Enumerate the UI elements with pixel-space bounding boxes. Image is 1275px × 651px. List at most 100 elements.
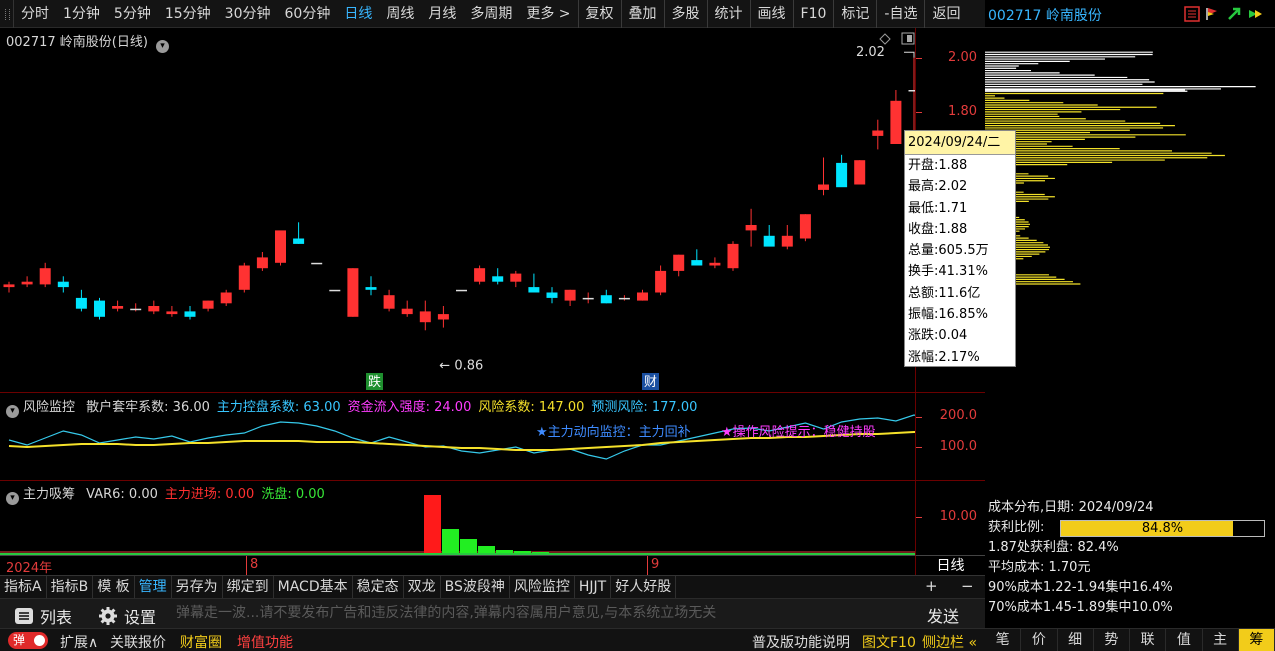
diamond-icon[interactable] — [879, 33, 891, 45]
grid-icon[interactable] — [1184, 6, 1200, 22]
list-label: 列表 — [40, 608, 73, 627]
indicator-tab-8[interactable]: 双龙 — [404, 576, 441, 598]
profit-ratio-label: 获利比例: — [988, 520, 1045, 535]
right-tab-1[interactable]: 价 — [1021, 629, 1058, 651]
toolbar-item-13[interactable]: 多股 — [663, 0, 707, 28]
indicator-tab-5[interactable]: 绑定到 — [223, 576, 274, 598]
chevron-down-icon[interactable]: ▾ — [6, 405, 19, 418]
candle-body — [474, 268, 486, 282]
indicator-tab-9[interactable]: BS波段神 — [441, 576, 510, 598]
sidebar-toggle[interactable]: 侧边栏 « — [922, 632, 977, 651]
send-button[interactable]: 发送 — [927, 603, 959, 627]
toolbar-item-19[interactable]: 返回 — [924, 0, 967, 28]
indicator-tab-10[interactable]: 风险监控 — [510, 576, 575, 598]
toolbar-item-3[interactable]: 15分钟 — [158, 0, 218, 28]
right-tab-6[interactable]: 主 — [1203, 629, 1239, 651]
ind1-axis-200: 200.0 — [939, 408, 977, 423]
barrage-input[interactable]: 弹幕走一波...请不要发布广告和违反法律的内容,弹幕内容属用户意见,与本系统立场… — [176, 602, 916, 625]
profit-ratio-bar: 84.8% — [1060, 520, 1265, 537]
zoom-in-button[interactable]: + — [925, 577, 938, 595]
indicator-tab-4[interactable]: 另存为 — [172, 576, 223, 598]
kline-chart[interactable]: 002717 岭南股份(日线) ▾ 2.02 ← 0.86 跌财 — [0, 28, 985, 393]
zoom-out-button[interactable]: − — [961, 577, 974, 595]
toolbar-item-18[interactable]: -自选 — [876, 0, 924, 28]
date-year: 2024年 — [6, 561, 53, 576]
edition-help-link[interactable]: 普及版功能说明 — [752, 632, 850, 651]
ind2-axis-10: 10.00 — [939, 509, 977, 524]
right-tab-5[interactable]: 值 — [1166, 629, 1203, 651]
toolbar-item-11[interactable]: 复权 — [577, 0, 621, 28]
chevron-down-icon[interactable]: ▾ — [6, 492, 19, 505]
flag-icon[interactable] — [1204, 6, 1220, 22]
right-tab-4[interactable]: 联 — [1130, 629, 1167, 651]
toolbar-item-15[interactable]: 画线 — [749, 0, 793, 28]
toolbar-item-8[interactable]: 月线 — [421, 0, 463, 28]
toolbar-item-4[interactable]: 30分钟 — [218, 0, 278, 28]
candle-body — [383, 295, 395, 309]
f10-link[interactable]: 图文F10 — [862, 632, 916, 651]
date-bar: 2024年 8 9 — [0, 555, 915, 576]
right-tab-3[interactable]: 势 — [1094, 629, 1130, 651]
indicator-tab-6[interactable]: MACD基本 — [274, 576, 353, 598]
related-quote-button[interactable]: 关联报价 — [110, 632, 166, 651]
right-tab-0[interactable]: 笔 — [985, 629, 1022, 651]
settings-label: 设置 — [124, 608, 157, 627]
toolbar-item-6[interactable]: 日线 — [337, 0, 379, 28]
main-force-panel[interactable]: ▾ 主力吸筹 VAR6: 0.00 主力进场: 0.00 洗盘: 0.00 — [0, 481, 915, 555]
danmu-toggle[interactable]: 弹 — [8, 632, 48, 649]
indicator-tab-2[interactable]: 模 板 — [93, 576, 135, 598]
toolbar-item-17[interactable]: 标记 — [833, 0, 876, 28]
right-tab-2[interactable]: 细 — [1058, 629, 1094, 651]
arrow-right-icon[interactable] — [1247, 6, 1263, 22]
toolbar-item-5[interactable]: 60分钟 — [278, 0, 338, 28]
toolbar-item-12[interactable]: 叠加 — [620, 0, 664, 28]
toolbar-item-7[interactable]: 周线 — [379, 0, 421, 28]
toolbar-grip[interactable] — [0, 0, 14, 28]
price-label-1: 1.80 — [948, 103, 977, 119]
candle-body — [238, 265, 250, 290]
toolbar-item-16[interactable]: F10 — [792, 0, 834, 28]
toolbar-item-2[interactable]: 5分钟 — [107, 0, 158, 28]
price-tick — [916, 111, 922, 113]
toolbar-item-14[interactable]: 统计 — [706, 0, 750, 28]
gear-icon — [99, 607, 117, 625]
profit-ratio-value: 84.8% — [1141, 521, 1184, 536]
indicator-tab-1[interactable]: 指标B — [47, 576, 94, 598]
toolbar-item-9[interactable]: 多周期 — [463, 0, 519, 28]
candle-body — [130, 308, 142, 311]
settings-button[interactable]: 设置 — [98, 604, 156, 628]
price-label-0: 2.00 — [948, 49, 977, 65]
indicator-tab-11[interactable]: HJJT — [575, 576, 612, 598]
indicator-tab-12[interactable]: 好人好股 — [611, 576, 677, 598]
status-bar: 弹 扩展∧ 关联报价 财富圈 增值功能 普及版功能说明 图文F10 侧边栏 « — [0, 628, 985, 651]
vip-features-button[interactable]: 增值功能 — [237, 632, 293, 651]
period-label[interactable]: 日线 — [915, 555, 985, 575]
toolbar-item-1[interactable]: 1分钟 — [56, 0, 107, 28]
cost-line-4: 70%成本1.45-1.89集中10.0% — [988, 600, 1173, 615]
trend-up-icon[interactable] — [1226, 6, 1242, 22]
indicator-tab-0[interactable]: 指标A — [0, 576, 47, 598]
ind1-axis-100: 100.0 — [939, 439, 977, 454]
expand-button[interactable]: 扩展∧ — [60, 632, 98, 651]
candle-body — [546, 292, 558, 298]
toggle-knob — [34, 635, 45, 646]
right-tab-7[interactable]: 筹 — [1238, 629, 1275, 651]
candle-body — [112, 306, 124, 309]
window-icon[interactable] — [901, 32, 915, 45]
volume-bar — [442, 529, 459, 553]
tooltip-row-7: 振幅:16.85% — [908, 307, 988, 323]
indicator-tab-3[interactable]: 管理 — [135, 576, 172, 598]
wealth-circle-button[interactable]: 财富圈 — [180, 632, 222, 651]
list-button[interactable]: 列表 — [14, 604, 72, 628]
candle-body — [618, 297, 630, 300]
candle-body — [854, 160, 866, 185]
candle-body — [510, 273, 522, 282]
risk-monitor-title: ▾ 风险监控 散户套牢系数: 36.00 主力控盘系数: 63.00 资金流入强度: … — [6, 396, 697, 418]
indicator-tab-7[interactable]: 稳定态 — [353, 576, 404, 598]
risk-monitor-panel[interactable]: ▾ 风险监控 散户套牢系数: 36.00 主力控盘系数: 63.00 资金流入强度: … — [0, 393, 915, 481]
indicator2-axis: 10.00 — [915, 481, 985, 555]
toolbar-item-10[interactable]: 更多 > — [519, 0, 577, 28]
barrage-bar: 列表 设置 弹幕走一波...请不要发布广告和违反法律的内容,弹幕内容属用户意见,… — [0, 598, 985, 628]
kline-canvas: 2.02 ← 0.86 跌 财 — [3, 45, 915, 390]
toolbar-item-0[interactable]: 分时 — [14, 0, 56, 28]
